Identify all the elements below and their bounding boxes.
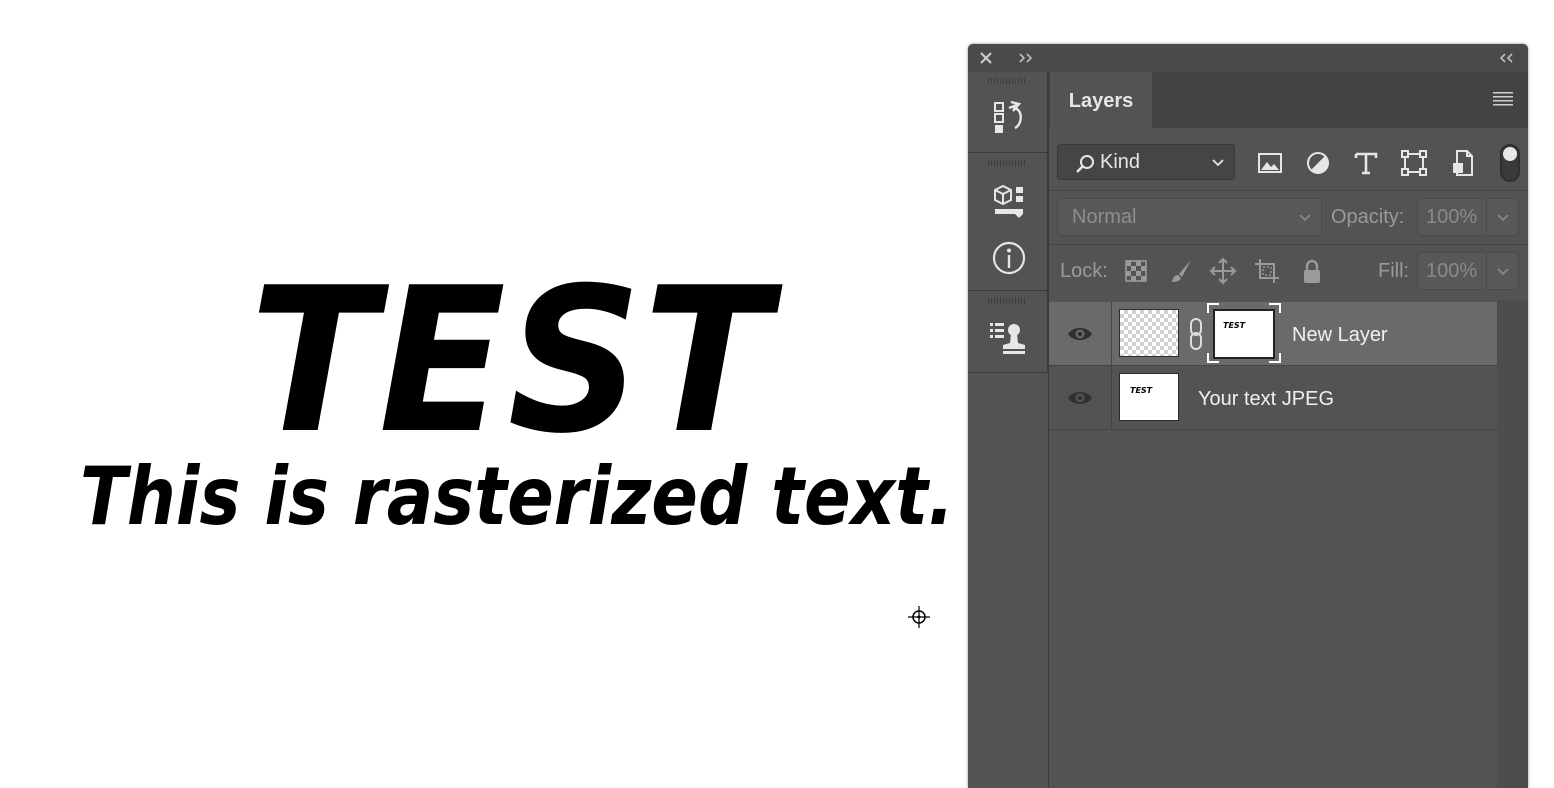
layer-row-new-layer[interactable]: TEST New Layer xyxy=(1049,302,1497,366)
smart-object-filter-icon[interactable] xyxy=(1448,148,1478,178)
lock-all-icon[interactable] xyxy=(1297,256,1327,286)
opacity-label: Opacity: xyxy=(1331,206,1405,228)
link-icon[interactable] xyxy=(1187,317,1205,351)
chevron-down-icon xyxy=(1212,159,1224,167)
dock-grip[interactable] xyxy=(988,160,1026,166)
layer-thumbnail[interactable] xyxy=(1119,309,1179,357)
toggle-knob xyxy=(1503,147,1517,161)
eye-icon xyxy=(1068,328,1092,340)
panel-divider xyxy=(1049,190,1528,191)
type-filter-icon[interactable] xyxy=(1351,148,1381,178)
opacity-field[interactable]: 100% xyxy=(1417,198,1487,236)
dock-divider xyxy=(969,152,1047,153)
image-filter-icon[interactable] xyxy=(1255,148,1285,178)
canvas-subline-text: This is rasterized text. xyxy=(80,450,955,543)
search-icon xyxy=(1076,155,1094,173)
shape-filter-icon[interactable] xyxy=(1399,148,1429,178)
eye-icon xyxy=(1068,392,1092,404)
dock-grip[interactable] xyxy=(988,298,1026,304)
3d-properties-icon[interactable] xyxy=(989,180,1029,220)
layer-name[interactable]: Your text JPEG xyxy=(1198,387,1334,411)
fill-dropdown[interactable] xyxy=(1487,252,1519,290)
chevron-down-icon xyxy=(1299,214,1311,222)
tab-layers[interactable]: Layers xyxy=(1050,72,1152,128)
mask-selection-brackets xyxy=(1207,303,1281,363)
crosshair-cursor-icon xyxy=(908,606,930,628)
history-icon[interactable] xyxy=(989,98,1029,138)
canvas-headline-text: TEST xyxy=(250,245,773,478)
filter-kind-label: Kind xyxy=(1100,151,1141,173)
layer-thumbnail[interactable]: TEST xyxy=(1119,373,1179,421)
panel-menu-icon[interactable] xyxy=(1492,90,1514,108)
lock-transparent-pixels-icon[interactable] xyxy=(1121,256,1151,286)
filter-kind-select[interactable]: Kind xyxy=(1057,144,1235,180)
fill-label: Fill: xyxy=(1378,260,1410,282)
close-icon[interactable] xyxy=(978,50,994,66)
blend-mode-value: Normal xyxy=(1072,206,1137,228)
chevron-down-icon xyxy=(1497,268,1509,276)
chevron-down-icon xyxy=(1497,214,1509,222)
lock-position-icon[interactable] xyxy=(1208,256,1238,286)
expand-panels-icon[interactable] xyxy=(1016,50,1036,66)
visibility-toggle[interactable] xyxy=(1049,302,1112,366)
collapse-panels-icon[interactable] xyxy=(1496,50,1516,66)
row-divider xyxy=(1049,429,1497,430)
lock-artboard-icon[interactable] xyxy=(1252,256,1282,286)
clone-source-icon[interactable] xyxy=(989,318,1029,358)
layer-name[interactable]: New Layer xyxy=(1292,323,1388,347)
scrollbar[interactable] xyxy=(1497,300,1528,788)
info-icon[interactable] xyxy=(989,238,1029,278)
lock-image-pixels-icon[interactable] xyxy=(1166,256,1196,286)
lock-label: Lock: xyxy=(1060,260,1108,282)
panel-divider xyxy=(1049,244,1528,245)
adjustment-filter-icon[interactable] xyxy=(1303,148,1333,178)
opacity-dropdown[interactable] xyxy=(1487,198,1519,236)
fill-field[interactable]: 100% xyxy=(1417,252,1487,290)
dock-divider xyxy=(969,290,1047,291)
layer-thumbnail-text: TEST xyxy=(1130,386,1153,395)
panel-title-bar[interactable] xyxy=(968,44,1528,73)
blend-mode-select[interactable]: Normal xyxy=(1057,198,1322,236)
layer-row-your-text-jpeg[interactable]: TEST Your text JPEG xyxy=(1049,366,1497,430)
filter-toggle[interactable] xyxy=(1500,144,1520,182)
dock-grip[interactable] xyxy=(988,78,1026,84)
visibility-toggle[interactable] xyxy=(1049,366,1112,430)
